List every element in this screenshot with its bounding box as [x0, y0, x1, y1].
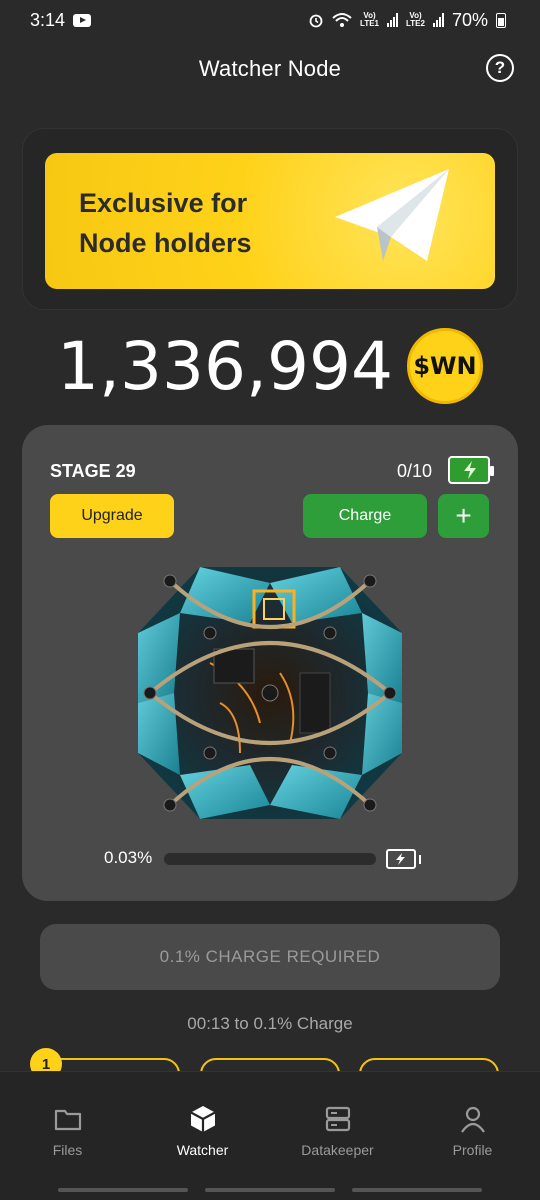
bottom-nav: Files Watcher Datakeeper Profile — [0, 1071, 540, 1200]
wn-coin-icon: $WN — [406, 328, 483, 404]
promo-line-1: Exclusive for — [79, 188, 248, 218]
promo-line-2: Node holders — [79, 228, 252, 258]
youtube-icon — [73, 13, 92, 27]
wifi-icon — [332, 13, 352, 27]
nav-item-watcher[interactable]: Watcher — [135, 1072, 270, 1200]
nav-label-datakeeper: Datakeeper — [301, 1142, 374, 1158]
signal-2-icon — [432, 13, 444, 27]
cube-icon — [189, 1106, 216, 1132]
nav-item-files[interactable]: Files — [0, 1072, 135, 1200]
upgrade-button[interactable]: Upgrade — [50, 494, 174, 538]
charge-timer: 00:13 to 0.1% Charge — [187, 1014, 353, 1033]
gesture-handle-2 — [204, 1188, 335, 1192]
charge-required-button[interactable]: 0.1% CHARGE REQUIRED — [40, 924, 500, 990]
nav-item-profile[interactable]: Profile — [405, 1072, 540, 1200]
status-left: 3:14 — [30, 9, 92, 31]
status-bar: 3:14 Vo) LTE1 Vo) LTE2 70% — [0, 0, 540, 40]
promo-card: Exclusive for Node holders — [22, 128, 518, 310]
header: Watcher Node ? — [0, 44, 540, 94]
battery-percent: 70% — [451, 9, 488, 30]
gesture-handle-3 — [351, 1188, 482, 1192]
energy-battery-icon — [448, 456, 494, 484]
alarm-icon — [309, 14, 323, 28]
nav-label-watcher: Watcher — [176, 1142, 229, 1158]
server-icon — [325, 1106, 350, 1132]
stage-label: STAGE 29 — [50, 461, 136, 481]
balance-value: 1,336,994 — [57, 327, 393, 405]
status-right: Vo) LTE1 Vo) LTE2 70% — [308, 10, 506, 31]
signal-1-icon — [387, 13, 398, 27]
user-icon — [460, 1106, 485, 1133]
sim1-label: Vo) LTE1 — [360, 11, 379, 28]
charge-button[interactable]: Charge — [303, 494, 427, 538]
nav-label-profile: Profile — [452, 1142, 493, 1158]
token-symbol: $WN — [413, 352, 477, 380]
question-circle-icon[interactable]: ? — [486, 54, 514, 82]
stage-card: STAGE 29 0/10 Upgrade Charge + 0.03% — [22, 425, 518, 901]
watcher-node-image — [138, 567, 402, 819]
folder-icon — [54, 1109, 81, 1131]
promo-text: Exclusive for Node holders — [79, 183, 252, 263]
telegram-plane-icon — [335, 169, 449, 261]
charge-progress-bar — [164, 853, 376, 865]
promo-banner[interactable]: Exclusive for Node holders — [45, 153, 495, 289]
progress-percent: 0.03% — [104, 848, 153, 867]
nav-item-datakeeper[interactable]: Datakeeper — [270, 1072, 405, 1200]
battery-charge-icon — [386, 849, 421, 869]
status-time: 3:14 — [30, 9, 66, 30]
gesture-handle-1 — [58, 1188, 189, 1192]
stage-count: 0/10 — [396, 461, 432, 481]
gesture-bar — [0, 1188, 540, 1192]
page-title: Watcher Node — [198, 56, 342, 81]
sim2-label: Vo) LTE2 — [406, 11, 425, 28]
add-charge-button[interactable]: + — [438, 494, 489, 538]
nav-label-files: Files — [52, 1142, 83, 1158]
balance-row: 1,336,994 $WN — [0, 325, 540, 407]
battery-icon — [496, 12, 506, 28]
